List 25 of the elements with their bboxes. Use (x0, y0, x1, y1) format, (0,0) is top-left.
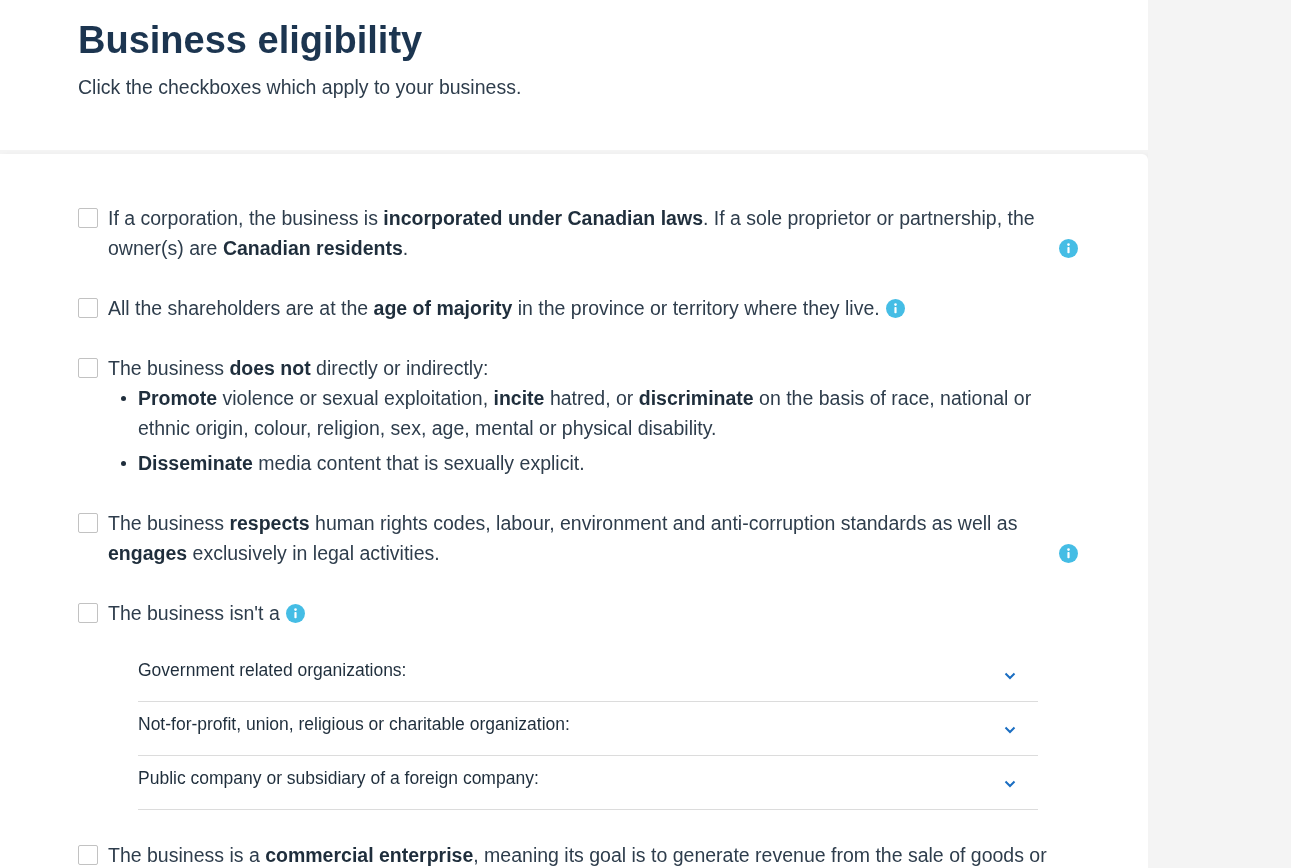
criterion-text: If a corporation, the business is incorporated under Canadian laws. If a sole proprietor or partnership, the owner(s) are Canadian residents. (108, 206, 1036, 261)
chevron-down-icon (1004, 672, 1016, 680)
checkbox[interactable] (78, 845, 98, 865)
info-icon[interactable] (1059, 544, 1078, 563)
info-icon[interactable] (1059, 239, 1078, 258)
criterion-text: The business isn't a (108, 601, 280, 626)
chevron-down-icon (1004, 726, 1016, 734)
criterion-text: The business does not directly or indirectly: (108, 356, 489, 381)
checkbox[interactable] (78, 358, 98, 378)
criterion-text: All the shareholders are at the age of majority in the province or territory where they live. (108, 296, 880, 321)
checkbox[interactable] (78, 208, 98, 228)
checkbox[interactable] (78, 298, 98, 318)
bullet-text: Disseminate media content that is sexually explicit. (138, 451, 585, 476)
bullet-text: Promote violence or sexual exploitation, incite hatred, or discriminate on the basis of race, national or ethnic origin, colour, religion, sex, age, mental or physical disability. (138, 386, 1033, 441)
checkbox[interactable] (78, 513, 98, 533)
checkbox[interactable] (78, 603, 98, 623)
bullet-icon (121, 461, 126, 466)
info-icon[interactable] (285, 604, 305, 623)
criterion-text: The business is a commercial enterprise, meaning its goal is to generate revenue from the sale of goods or (108, 843, 1047, 868)
criterion-text: The business respects human rights codes, labour, environment and anti-corruption standards as well as engages exclusively in legal activities. (108, 511, 1019, 566)
page-title: Business eligibility (78, 18, 423, 63)
bullet-icon (121, 396, 126, 401)
info-icon[interactable] (885, 299, 905, 318)
chevron-down-icon (1004, 780, 1016, 788)
page-subtitle: Click the checkboxes which apply to your business. (78, 75, 522, 99)
